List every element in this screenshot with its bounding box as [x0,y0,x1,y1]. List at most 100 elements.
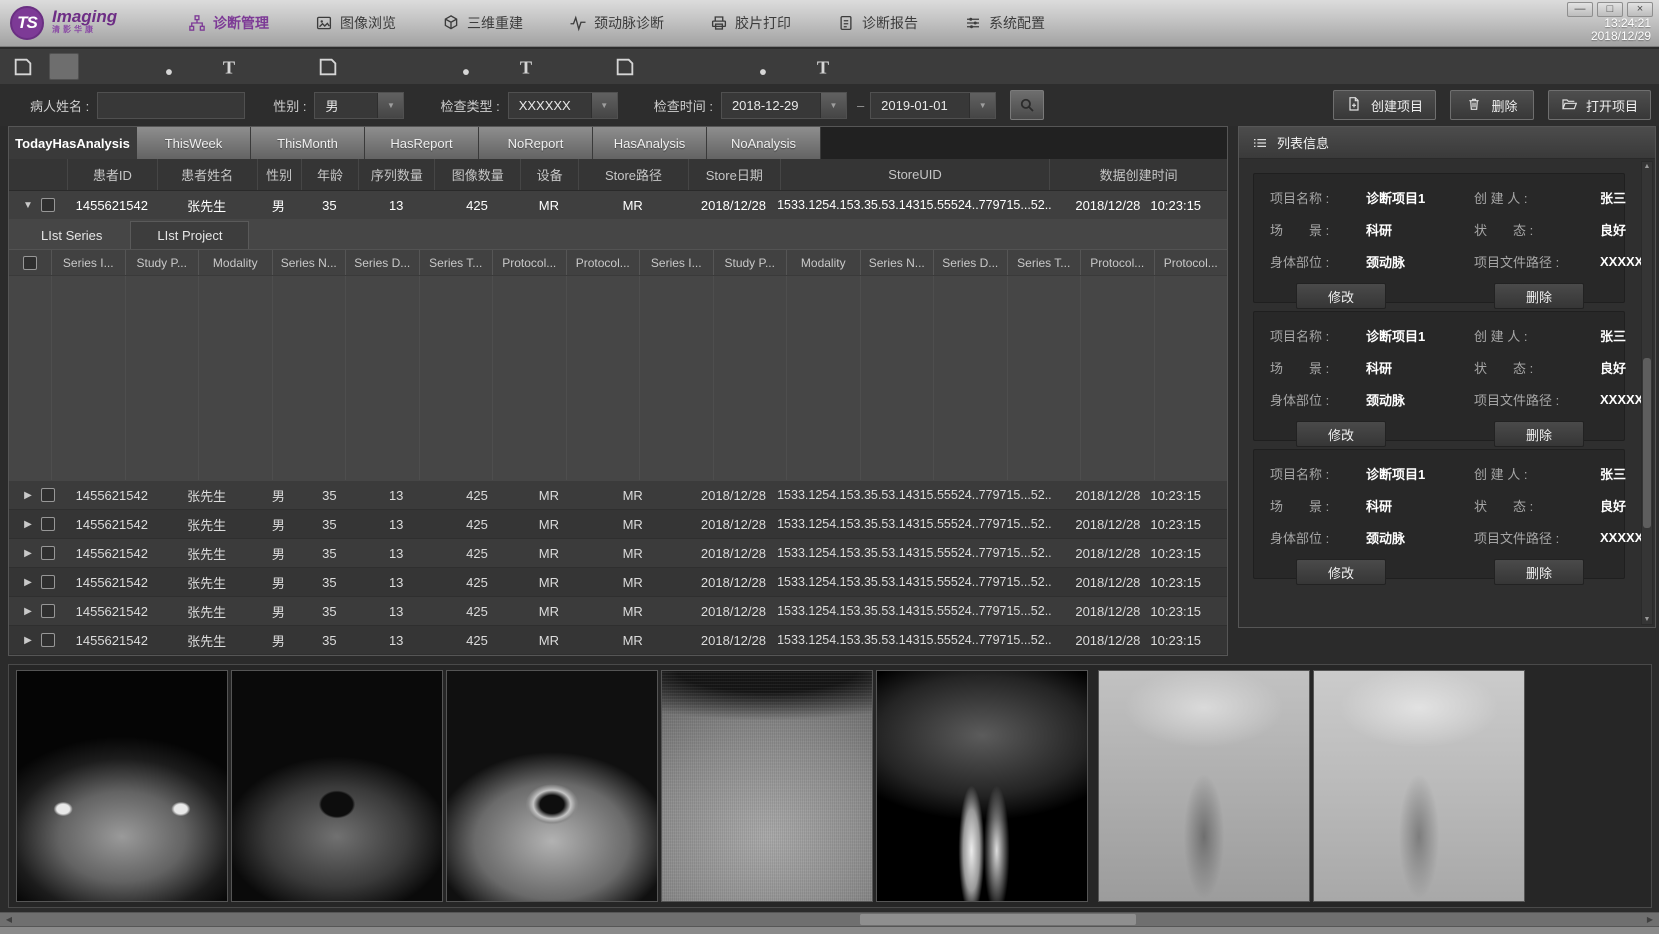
collapse-arrow-icon[interactable]: ▼ [15,200,41,211]
mri-axial-thumb-3[interactable] [446,670,658,902]
tool-save-button[interactable] [8,52,38,82]
menu-item-cube[interactable]: 三维重建 [442,13,523,33]
tool-text-button[interactable]: T [511,52,541,82]
tool-save-button[interactable] [610,52,640,82]
tab-NoAnalysis[interactable]: NoAnalysis [707,127,821,159]
column-header[interactable]: 年龄 [301,159,359,190]
column-header[interactable]: StoreUID [780,159,1050,190]
tool-cursor-button[interactable] [709,52,739,82]
mri-coronal-thumb-1[interactable] [876,670,1088,902]
mri-coronal-thumb-3[interactable] [1313,670,1525,902]
patient-row[interactable]: ▶ 1455621542张先生男3513425MRMR2018/12/28153… [9,481,1227,510]
series-column-header[interactable]: Series N... [272,250,346,275]
tool-cursor-button[interactable] [412,52,442,82]
series-column-header[interactable]: Study P... [713,250,787,275]
series-column-header[interactable]: Protocol... [566,250,640,275]
tab-ThisWeek[interactable]: ThisWeek [137,127,251,159]
column-header[interactable]: 数据创建时间 [1049,159,1227,190]
delete-button[interactable]: 删除 [1450,90,1534,120]
row-checkbox[interactable] [41,546,55,560]
tool-import-button[interactable] [82,52,112,82]
tool-move-button[interactable] [577,52,607,82]
card-edit-button[interactable]: 修改 [1296,559,1386,585]
menu-item-sitemap[interactable]: 诊断管理 [188,13,269,33]
row-checkbox[interactable] [41,604,55,618]
series-column-header[interactable]: Modality [198,250,272,275]
expand-arrow-icon[interactable]: ▶ [15,577,41,588]
panel-scrollbar-thumb[interactable] [1643,358,1651,528]
tool-import-button[interactable] [676,52,706,82]
tool-move-button[interactable] [280,52,310,82]
patient-name-input[interactable] [97,92,245,119]
tool-image-settings-button[interactable] [742,52,772,82]
expand-arrow-icon[interactable]: ▶ [15,548,41,559]
scroll-left-icon[interactable]: ◀ [2,913,16,926]
tool-open-folder-button[interactable] [346,52,376,82]
tab-list-project[interactable]: LIst Project [130,221,249,249]
series-column-header[interactable]: Series T... [419,250,493,275]
series-column-header[interactable]: Protocol... [1154,250,1228,275]
patient-row[interactable]: ▶ 1455621542张先生男3513425MRMR2018/12/28153… [9,597,1227,626]
series-column-header[interactable]: Series N... [860,250,934,275]
patient-row[interactable]: ▶ 1455621542张先生男3513425MRMR2018/12/28153… [9,568,1227,597]
menu-item-sliders[interactable]: 系统配置 [964,13,1045,33]
gender-select[interactable]: 男 ▼ [314,92,404,119]
tool-text-button[interactable]: T [808,52,838,82]
exam-type-select[interactable]: XXXXXX ▼ [508,92,618,119]
series-column-header[interactable]: Protocol... [1080,250,1154,275]
column-header[interactable]: Store日期 [688,159,780,190]
tool-open-folder-button[interactable] [49,53,79,80]
series-column-header[interactable]: Series T... [1007,250,1081,275]
scroll-up-icon[interactable]: ▲ [1642,163,1652,170]
expand-arrow-icon[interactable]: ▶ [15,606,41,617]
tab-HasAnalysis[interactable]: HasAnalysis [593,127,707,159]
tab-list-series[interactable]: LIst Series [23,222,120,249]
tab-HasReport[interactable]: HasReport [365,127,479,159]
column-header[interactable]: 性别 [257,159,301,190]
tool-move-button[interactable] [874,52,904,82]
menu-item-picture[interactable]: 图像浏览 [315,13,396,33]
expand-arrow-icon[interactable]: ▶ [15,490,41,501]
search-button[interactable] [1010,90,1044,120]
chevron-down-icon[interactable]: ▼ [591,93,617,118]
menu-item-printer[interactable]: 胶片打印 [710,13,791,33]
date-from-select[interactable]: 2018-12-29 ▼ [721,92,847,119]
series-column-header[interactable]: Series I... [51,250,125,275]
column-header[interactable]: Store路径 [578,159,688,190]
open-project-button[interactable]: 打开项目 [1548,90,1651,120]
create-project-button[interactable]: 创建项目 [1333,90,1436,120]
close-button[interactable]: × [1627,2,1653,17]
series-column-header[interactable]: Protocol... [492,250,566,275]
panel-scrollbar[interactable]: ▲ ▼ [1641,161,1653,625]
card-edit-button[interactable]: 修改 [1296,283,1386,309]
series-column-header[interactable]: Series I... [639,250,713,275]
column-header[interactable]: 患者ID [67,159,157,190]
tool-layers-button[interactable] [544,52,574,82]
tool-cube-3d-button[interactable] [478,52,508,82]
column-header[interactable]: 图像数量 [434,159,520,190]
menu-item-waveform[interactable]: 颈动脉诊断 [569,13,664,33]
card-delete-button[interactable]: 删除 [1494,283,1584,309]
tab-NoReport[interactable]: NoReport [479,127,593,159]
column-header[interactable]: 设备 [520,159,578,190]
mri-coronal-thumb-2[interactable] [1098,670,1310,902]
mri-axial-thumb-1[interactable] [16,670,228,902]
row-checkbox[interactable] [41,517,55,531]
chevron-down-icon[interactable]: ▼ [969,93,995,118]
tool-cursor-button[interactable] [115,52,145,82]
series-column-header[interactable]: Series D... [345,250,419,275]
card-delete-button[interactable]: 删除 [1494,559,1584,585]
tool-cube-3d-button[interactable] [181,52,211,82]
patient-row[interactable]: ▶ 1455621542张先生男3513425MRMR2018/12/28153… [9,510,1227,539]
horizontal-scrollbar-thumb[interactable] [860,914,1136,925]
tool-image-settings-button[interactable] [445,52,475,82]
expand-arrow-icon[interactable]: ▶ [15,519,41,530]
mri-axial-thumb-4[interactable] [661,670,873,902]
menu-item-report[interactable]: 诊断报告 [837,13,918,33]
column-header[interactable]: 患者姓名 [157,159,257,190]
horizontal-scrollbar[interactable]: ◀ ▶ [0,912,1659,927]
tool-save-button[interactable] [313,52,343,82]
patient-row[interactable]: ▶ 1455621542张先生男3513425MRMR2018/12/28153… [9,626,1227,655]
series-column-header[interactable]: Modality [786,250,860,275]
tool-layers-button[interactable] [841,52,871,82]
